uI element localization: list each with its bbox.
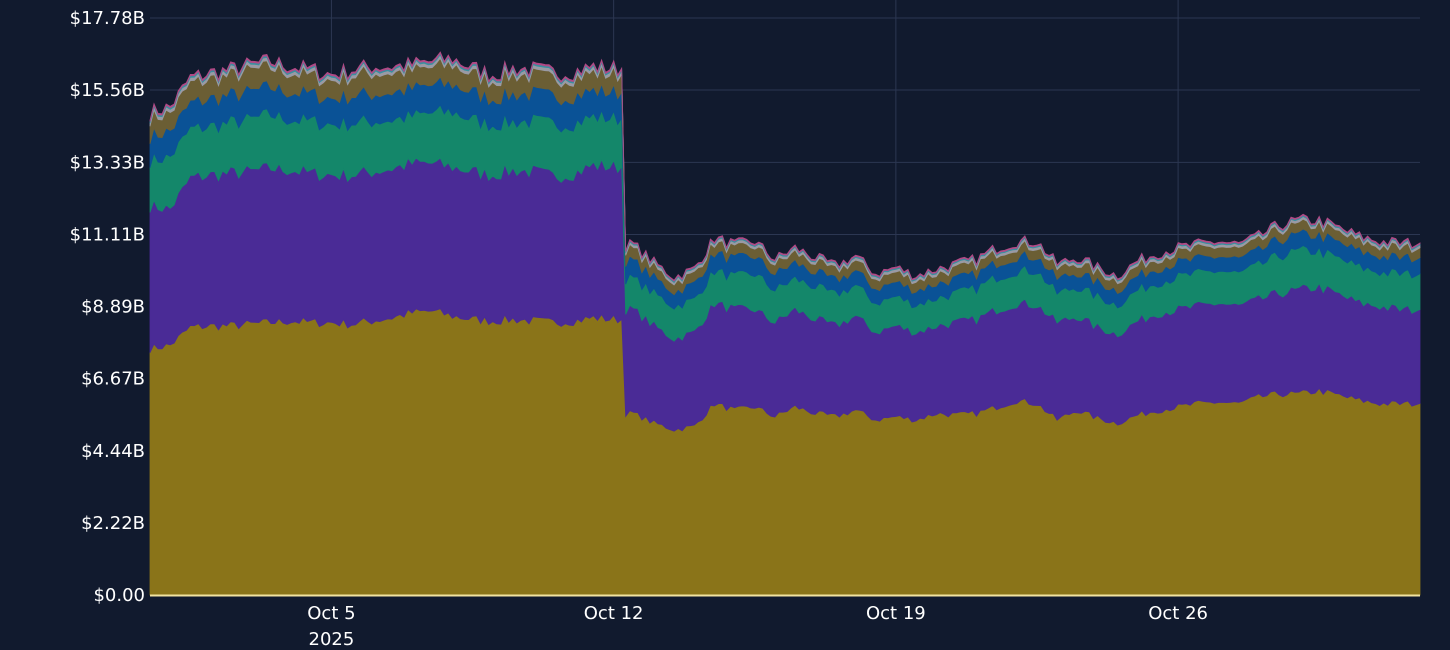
y-tick-label: $8.89B [81, 297, 145, 318]
y-tick-label: $17.78B [70, 8, 145, 29]
y-tick-label: $11.11B [70, 224, 145, 245]
y-tick-label: $0.00 [93, 585, 145, 606]
x-tick-label: Oct 26 [1148, 603, 1208, 624]
x-tick-label: Oct 19 [866, 603, 926, 624]
y-tick-label: $6.67B [81, 369, 145, 390]
x-axis-year-label: 2025 [309, 629, 355, 650]
y-tick-label: $2.22B [81, 513, 145, 534]
x-tick-label: Oct 5 [307, 603, 355, 624]
x-tick-label: Oct 12 [584, 603, 644, 624]
stacked-area-chart: $0.00 $2.22B $4.44B $6.67B $8.89B $11.11B $13.… [0, 0, 1450, 650]
chart-container: $0.00 $2.22B $4.44B $6.67B $8.89B $11.11B $13.… [0, 0, 1450, 650]
y-axis-tick-labels: $0.00 $2.22B $4.44B $6.67B $8.89B $11.11B $13.… [70, 8, 145, 606]
y-tick-label: $15.56B [70, 80, 145, 101]
y-tick-label: $4.44B [81, 441, 145, 462]
y-tick-label: $13.33B [70, 152, 145, 173]
